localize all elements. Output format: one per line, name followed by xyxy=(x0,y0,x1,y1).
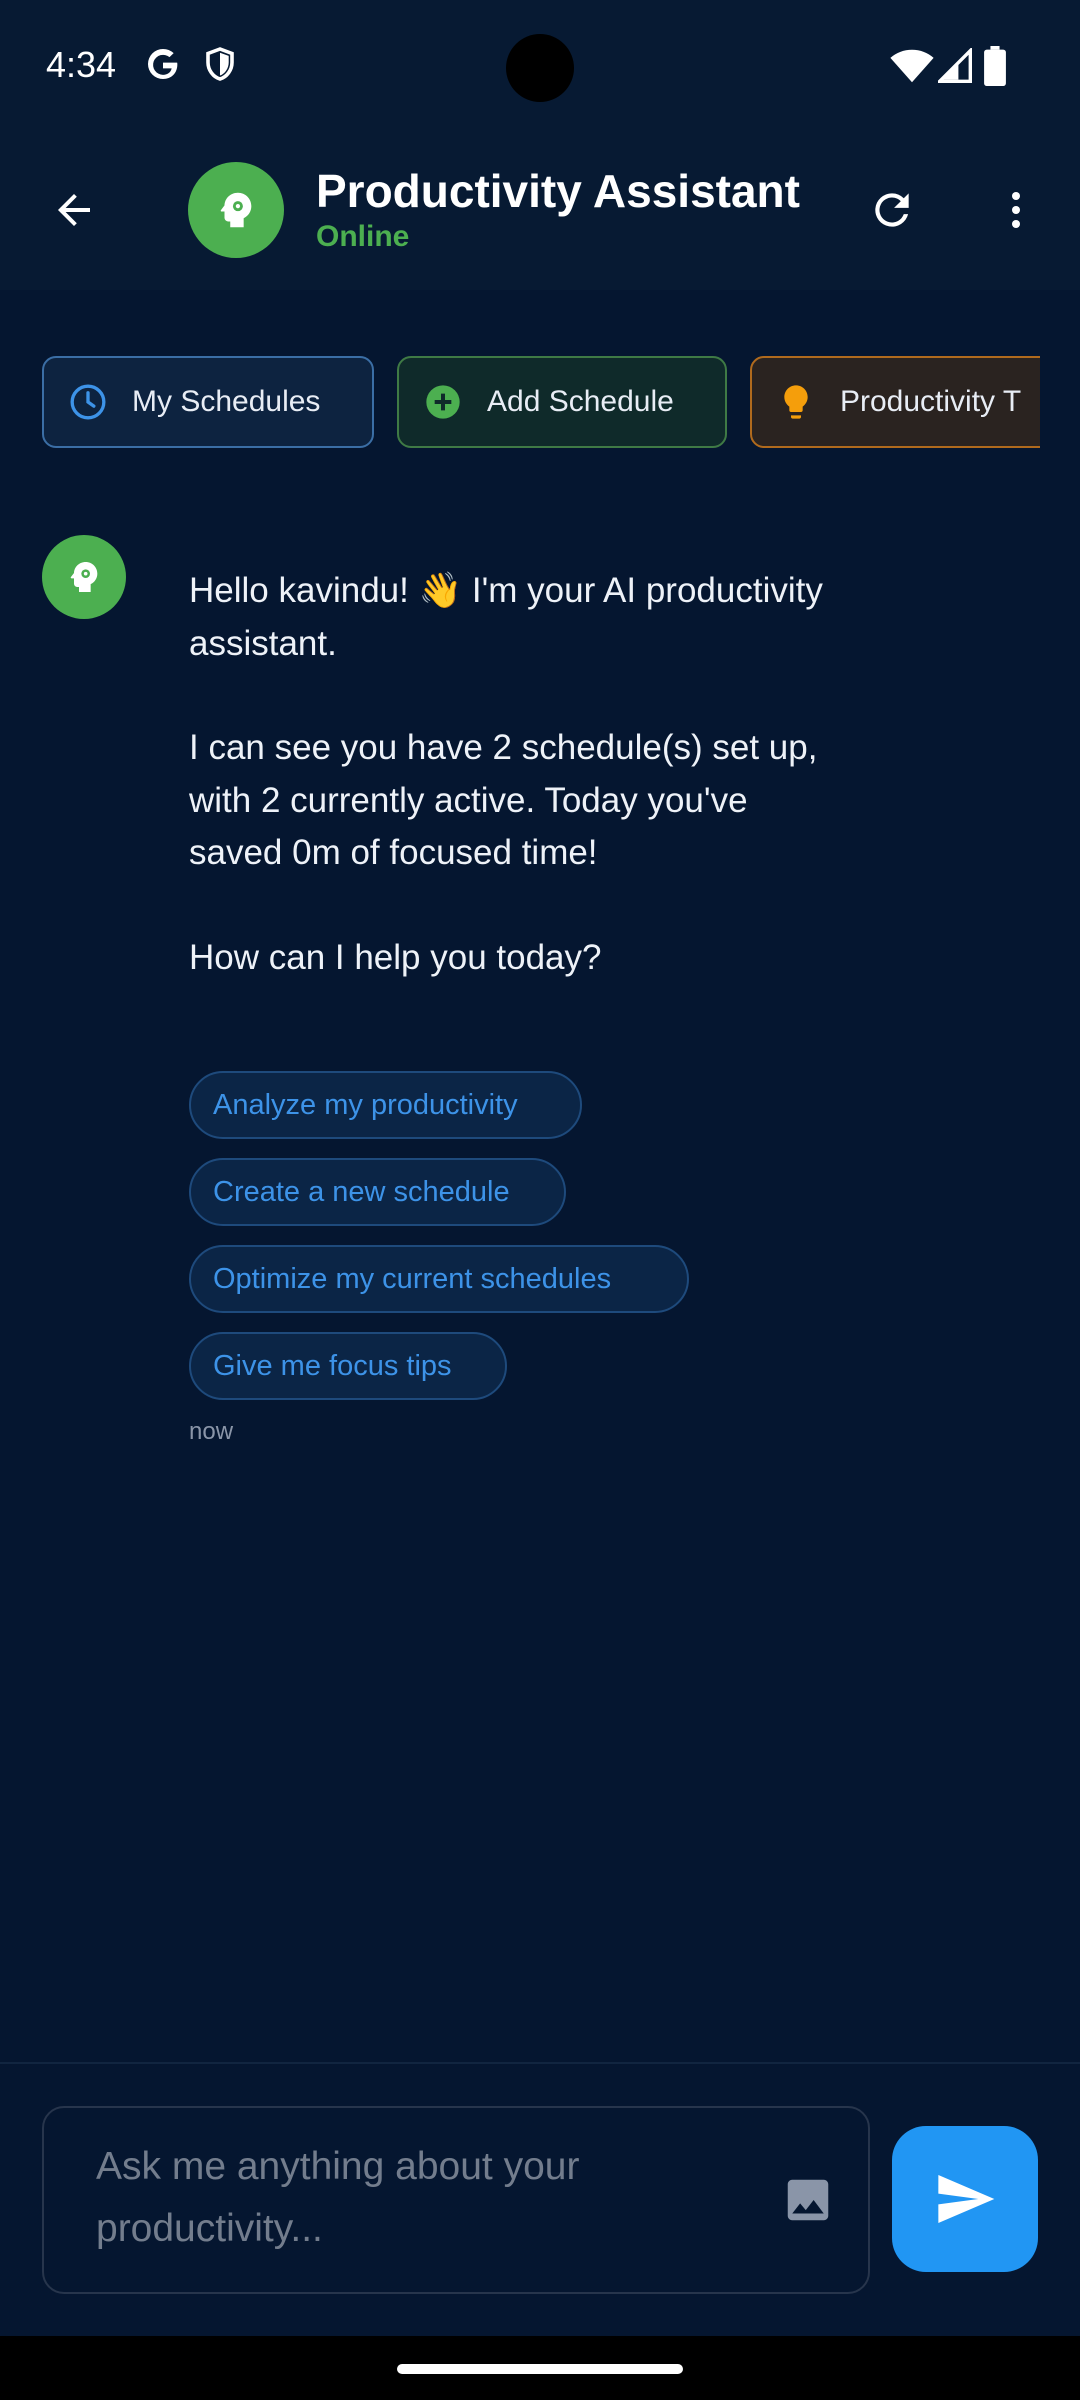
more-vert-icon xyxy=(1012,192,1020,228)
message-input[interactable]: Ask me anything about your productivity.… xyxy=(42,2106,870,2294)
productivity-tips-chip[interactable]: Productivity T xyxy=(750,356,1040,448)
shield-icon xyxy=(206,47,234,81)
google-icon xyxy=(147,49,178,79)
productivity-tips-label: Productivity T xyxy=(840,385,1022,418)
arrow-back-icon xyxy=(58,194,90,226)
clock-icon xyxy=(70,384,106,420)
my-schedules-label: My Schedules xyxy=(132,385,321,418)
message-paragraph: Hello kavindu! 👋 I'm your AI productivit… xyxy=(189,571,823,663)
send-icon xyxy=(938,2175,995,2223)
quick-actions-row: My Schedules Add Schedule Productivity T xyxy=(0,356,1040,450)
back-button[interactable] xyxy=(40,176,108,244)
chat-title: Productivity Assistant xyxy=(316,165,800,217)
psychology-icon xyxy=(70,562,98,592)
system-nav-bar xyxy=(0,2336,1080,2400)
chat-screen: 4:34 Productivity Assistant Online My Sc… xyxy=(0,0,1080,2400)
signal-icon xyxy=(938,48,972,83)
more-options-button[interactable] xyxy=(980,174,1052,246)
app-bar: Productivity Assistant Online xyxy=(0,130,1080,290)
suggestion-focus-tips[interactable]: Give me focus tips xyxy=(189,1332,507,1400)
message-paragraph: I can see you have 2 schedule(s) set up,… xyxy=(189,728,818,872)
message-avatar xyxy=(42,535,126,619)
add-schedule-label: Add Schedule xyxy=(487,385,674,418)
refresh-button[interactable] xyxy=(856,174,928,246)
my-schedules-chip[interactable]: My Schedules xyxy=(42,356,374,448)
wifi-icon xyxy=(890,49,934,83)
message-timestamp: now xyxy=(189,1418,234,1445)
assistant-avatar xyxy=(188,162,284,258)
assistant-message: Hello kavindu! 👋 I'm your AI productivit… xyxy=(189,565,849,984)
status-bar: 4:34 xyxy=(0,0,1080,130)
send-button[interactable] xyxy=(892,2126,1038,2272)
camera-cutout xyxy=(506,34,574,102)
add-circle-icon xyxy=(426,385,460,419)
add-schedule-chip[interactable]: Add Schedule xyxy=(397,356,727,448)
message-paragraph: How can I help you today? xyxy=(189,937,602,977)
refresh-icon xyxy=(875,193,909,227)
image-icon xyxy=(787,2179,829,2221)
attach-image-button[interactable] xyxy=(778,2170,838,2230)
composer-divider xyxy=(0,2062,1080,2064)
battery-icon xyxy=(984,46,1006,86)
online-status: Online xyxy=(316,220,410,253)
suggestion-analyze-productivity[interactable]: Analyze my productivity xyxy=(189,1071,582,1139)
psychology-icon xyxy=(220,192,252,228)
input-placeholder: Ask me anything about your productivity.… xyxy=(96,2145,580,2250)
home-gesture-handle[interactable] xyxy=(397,2364,683,2374)
status-time: 4:34 xyxy=(46,44,117,85)
suggestion-create-schedule[interactable]: Create a new schedule xyxy=(189,1158,566,1226)
lightbulb-icon xyxy=(784,385,808,419)
suggestion-optimize-schedules[interactable]: Optimize my current schedules xyxy=(189,1245,689,1313)
